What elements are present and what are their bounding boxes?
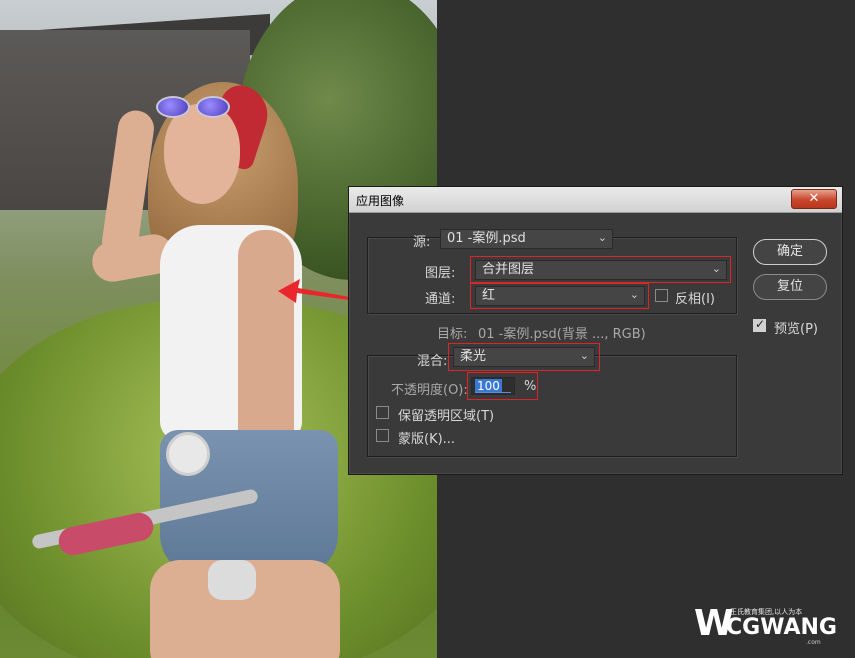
ok-button[interactable]: 确定 <box>753 239 827 265</box>
opacity-label: 不透明度(O): <box>391 383 468 398</box>
target-value: 01 -案例.psd(背景 ..., RGB) <box>478 327 646 342</box>
mask-checkbox[interactable] <box>376 429 389 442</box>
source-value: 01 -案例.psd <box>447 231 526 246</box>
photo-sunglasses <box>156 96 232 118</box>
cgwang-watermark: W 王氏教育集团,以人为本 CGWANG .com <box>694 604 837 647</box>
source-select[interactable]: 01 -案例.psd ⌄ <box>440 229 613 249</box>
mask-label: 蒙版(K)... <box>398 432 456 447</box>
invert-label: 反相(I) <box>675 292 715 307</box>
photo-bike-saddle <box>208 560 256 600</box>
watermark-domain: .com <box>806 639 821 646</box>
layer-label: 图层: <box>425 266 456 281</box>
photo-bike-mirror <box>166 432 210 476</box>
layer-highlight-box <box>470 256 731 283</box>
dialog-title: 应用图像 <box>356 194 405 208</box>
preserve-transparency-label: 保留透明区域(T) <box>398 409 495 424</box>
chevron-down-icon: ⌄ <box>597 231 607 244</box>
channel-highlight-box <box>470 283 649 309</box>
preview-checkbox[interactable] <box>753 317 766 332</box>
dialog-titlebar[interactable]: 应用图像 ✕ <box>349 187 842 213</box>
target-label: 目标: <box>437 327 468 342</box>
annotation-arrow-icon <box>278 279 350 303</box>
reset-button[interactable]: 复位 <box>753 274 827 300</box>
channel-label: 通道: <box>425 292 456 307</box>
blend-label: 混合: <box>417 354 448 369</box>
photo-face <box>164 104 240 204</box>
watermark-brand: CGWANG <box>726 615 837 640</box>
blend-highlight-box <box>448 343 600 371</box>
preserve-transparency-checkbox[interactable] <box>376 406 389 419</box>
preview-label: 预览(P) <box>774 322 818 337</box>
invert-checkbox[interactable] <box>655 289 668 302</box>
close-button[interactable]: ✕ <box>791 189 837 209</box>
close-icon: ✕ <box>808 191 820 206</box>
source-label: 源: <box>413 235 431 250</box>
opacity-highlight-box <box>467 372 538 400</box>
apply-image-dialog: 应用图像 ✕ 源: 01 -案例.psd ⌄ 图层: 合并图层 ⌄ 通道: 红 … <box>348 186 843 475</box>
